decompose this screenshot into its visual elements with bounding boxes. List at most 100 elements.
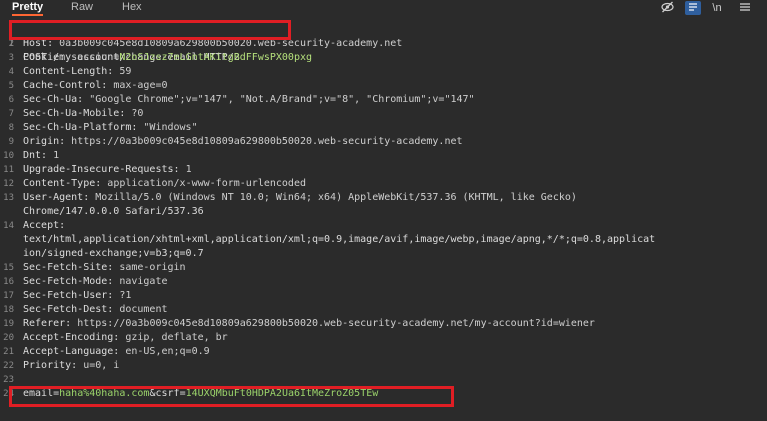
line-number: 7 xyxy=(8,109,14,119)
line-number: 4 xyxy=(8,67,14,77)
header-name: Sec-Fetch-Dest: xyxy=(23,304,114,315)
header-value: gzip, deflate, br xyxy=(119,332,228,343)
header-value-continued: Chrome/147.0.0.0 Safari/537.36 xyxy=(23,206,204,217)
request-editor[interactable]: 1 POST /my-account/change-email HTTP/2 2… xyxy=(0,18,767,421)
header-line: Sec-Fetch-User: ?1 xyxy=(23,289,767,303)
code-line: 16 Sec-Fetch-Mode: navigate xyxy=(0,275,767,289)
header-value: ?0 xyxy=(125,108,144,119)
header-value: "Google Chrome";v="147", "Not.A/Brand";v… xyxy=(83,94,475,105)
header-value: application/x-www-form-urlencoded xyxy=(101,178,306,189)
code-line: 19 Referer: https://0a3b009c045e8d10809a6… xyxy=(0,317,767,331)
line-number: 18 xyxy=(3,305,14,315)
code-line: 21 Accept-Language: en-US,en;q=0.9 xyxy=(0,345,767,359)
code-line: 4 Content-Length: 59 xyxy=(0,65,767,79)
header-name: Referer: xyxy=(23,318,72,329)
tab-hex[interactable]: Hex xyxy=(122,0,142,18)
header-line: Priority: u=0, i xyxy=(23,359,767,373)
code-line: 17 Sec-Fetch-User: ?1 xyxy=(0,289,767,303)
header-line: Accept-Language: en-US,en;q=0.9 xyxy=(23,345,767,359)
header-value: max-age=0 xyxy=(107,80,168,91)
code-line: 6 Sec-Ch-Ua: "Google Chrome";v="147", "No… xyxy=(0,93,767,107)
session-cookie-value: N2oSJzsz7eLGntAKitgBdFFwsPX00pxg xyxy=(119,52,312,63)
wrap-lines-icon[interactable] xyxy=(685,1,701,15)
header-name: User-Agent: xyxy=(23,192,90,203)
code-line: 8 Sec-Ch-Ua-Platform: "Windows" xyxy=(0,121,767,135)
header-name: Sec-Ch-Ua-Platform: xyxy=(23,122,138,133)
header-value: navigate xyxy=(113,276,168,287)
header-name: Cookie: xyxy=(23,52,66,63)
header-line: Referer: https://0a3b009c045e8d10809a629… xyxy=(23,317,767,331)
eye-slash-icon[interactable] xyxy=(659,1,675,15)
header-line: Cache-Control: max-age=0 xyxy=(23,79,767,93)
header-value: 1 xyxy=(179,164,192,175)
header-name: Accept: xyxy=(23,220,66,231)
header-value: 59 xyxy=(113,66,132,77)
code-line: 3 Cookie: session=N2oSJzsz7eLGntAKitgBdFF… xyxy=(0,51,767,65)
header-value: 1 xyxy=(47,150,60,161)
header-line: Sec-Ch-Ua-Mobile: ?0 xyxy=(23,107,767,121)
code-line: 11 Upgrade-Insecure-Requests: 1 xyxy=(0,163,767,177)
line-number: 24 xyxy=(3,389,14,399)
header-line: Dnt: 1 xyxy=(23,149,767,163)
code-line: 5 Cache-Control: max-age=0 xyxy=(0,79,767,93)
header-value: 0a3b009c045e8d10809a629800b50020.web-sec… xyxy=(53,38,403,49)
line-number: 16 xyxy=(3,277,14,287)
header-name: Accept-Encoding: xyxy=(23,332,120,343)
header-name: Sec-Fetch-Mode: xyxy=(23,276,114,287)
header-name: Priority: xyxy=(23,360,78,371)
line-number: 19 xyxy=(3,319,14,329)
code-line: 12 Content-Type: application/x-www-form-u… xyxy=(0,177,767,191)
header-line: Sec-Ch-Ua-Platform: "Windows" xyxy=(23,121,767,135)
line-number: 15 xyxy=(3,263,14,273)
header-name: Cache-Control: xyxy=(23,80,108,91)
code-line: 22 Priority: u=0, i xyxy=(0,359,767,373)
header-value: u=0, i xyxy=(77,360,120,371)
header-line: Sec-Ch-Ua: "Google Chrome";v="147", "Not… xyxy=(23,93,767,107)
header-value: ?1 xyxy=(113,290,132,301)
header-line: User-Agent: Mozilla/5.0 (Windows NT 10.0… xyxy=(23,191,767,205)
line-number: 13 xyxy=(3,193,14,203)
header-value: en-US,en;q=0.9 xyxy=(119,346,210,357)
header-name: Content-Type: xyxy=(23,178,102,189)
header-value: document xyxy=(113,304,168,315)
tab-raw[interactable]: Raw xyxy=(71,0,93,18)
code-line: 15 Sec-Fetch-Site: same-origin xyxy=(0,261,767,275)
line-number: 6 xyxy=(8,95,14,105)
line-number: 3 xyxy=(8,53,14,63)
request-body: email=haha%40haha.com&csrf=14UXQMbuFt0HD… xyxy=(23,387,767,401)
code-line: 13 User-Agent: Mozilla/5.0 (Windows NT 10… xyxy=(0,191,767,205)
code-line: 14 Accept: xyxy=(0,219,767,233)
header-line: Sec-Fetch-Site: same-origin xyxy=(23,261,767,275)
hamburger-menu-icon[interactable] xyxy=(737,1,753,15)
line-number: 9 xyxy=(8,137,14,147)
code-line: 7 Sec-Ch-Ua-Mobile: ?0 xyxy=(0,107,767,121)
newline-toggle[interactable]: \n xyxy=(709,1,725,15)
header-value-continued: text/html,application/xhtml+xml,applicat… xyxy=(23,234,656,245)
header-name: Sec-Ch-Ua: xyxy=(23,94,84,105)
header-value: same-origin xyxy=(113,262,186,273)
line-number: 21 xyxy=(3,347,14,357)
line-number: 5 xyxy=(8,81,14,91)
header-line: Upgrade-Insecure-Requests: 1 xyxy=(23,163,767,177)
header-line: Host: 0a3b009c045e8d10809a629800b50020.w… xyxy=(23,37,767,51)
header-line: Accept-Encoding: gzip, deflate, br xyxy=(23,331,767,345)
header-value: https://0a3b009c045e8d10809a629800b50020… xyxy=(65,136,463,147)
header-name: Content-Length: xyxy=(23,66,114,77)
header-line: Sec-Fetch-Dest: document xyxy=(23,303,767,317)
header-value: "Windows" xyxy=(137,122,198,133)
header-line: Accept: xyxy=(23,219,767,233)
code-line: 20 Accept-Encoding: gzip, deflate, br xyxy=(0,331,767,345)
tab-pretty[interactable]: Pretty xyxy=(12,0,44,18)
editor-toolbar: \n xyxy=(657,0,767,18)
request-line-row: 1 POST /my-account/change-email HTTP/2 xyxy=(0,23,767,63)
param-key-csrf: csrf xyxy=(155,388,180,399)
code-line: 9 Origin: https://0a3b009c045e8d10809a629… xyxy=(0,135,767,149)
header-name: Accept-Language: xyxy=(23,346,120,357)
line-number: 2 xyxy=(8,39,14,49)
param-key-email: email xyxy=(23,388,54,399)
line-number: 8 xyxy=(8,123,14,133)
param-value-csrf: 14UXQMbuFt0HDPA2Ua6ItMeZroZ05TEw xyxy=(185,388,379,399)
code-line: 2 Host: 0a3b009c045e8d10809a629800b50020.… xyxy=(0,37,767,51)
header-name: Origin: xyxy=(23,136,66,147)
header-value: session= xyxy=(65,52,120,63)
